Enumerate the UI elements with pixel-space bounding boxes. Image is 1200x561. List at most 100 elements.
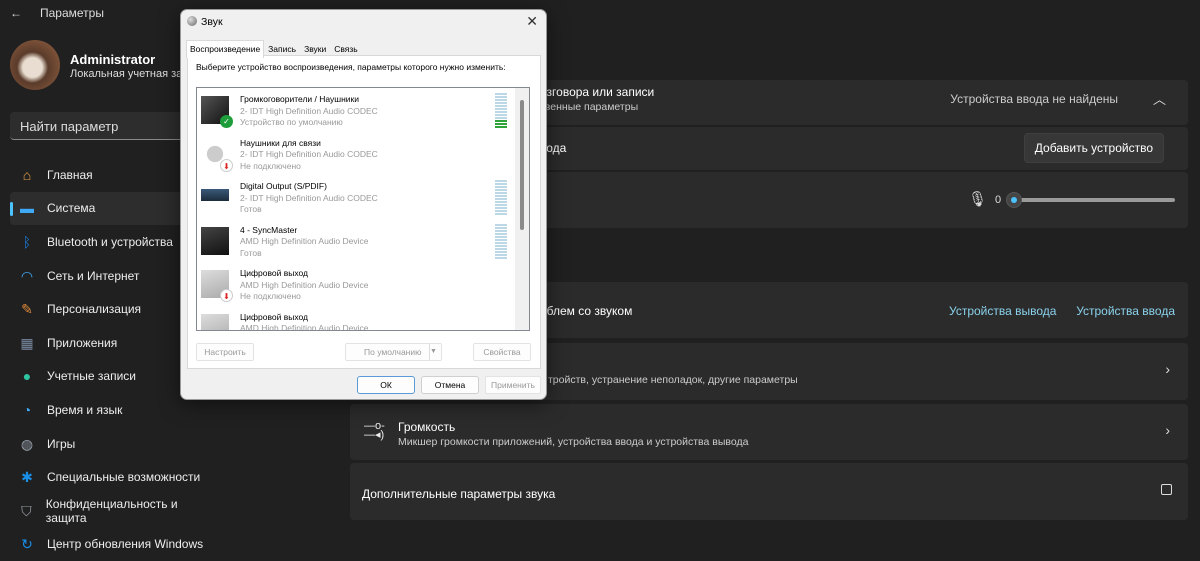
monitor-icon bbox=[201, 226, 229, 255]
set-default-button[interactable]: По умолчанию ▼ bbox=[345, 343, 442, 361]
input-status: Устройства ввода не найдены bbox=[950, 92, 1118, 106]
tab-0[interactable]: Воспроизведение bbox=[186, 40, 265, 58]
list-item[interactable]: ⬇ Цифровой выход AMD High Definition Audio… bbox=[197, 262, 529, 306]
sidebar-item-label: Система bbox=[47, 201, 96, 216]
headphones-icon: ⬇ bbox=[201, 139, 233, 172]
chevron-right-icon: › bbox=[1165, 422, 1170, 438]
volume-mixer-row[interactable]: —o- —◂) Громкость Микшер громкости прилож… bbox=[350, 404, 1188, 460]
sidebar-item-label: Приложения bbox=[47, 335, 118, 350]
sidebar-item[interactable]: ⛉ Конфиденциальность и защита bbox=[10, 494, 210, 528]
list-item[interactable]: ✓ Громкоговорители / Наушники 2- IDT High … bbox=[197, 88, 529, 132]
close-icon[interactable]: ✕ bbox=[526, 13, 538, 30]
scrollbar[interactable] bbox=[515, 88, 529, 330]
advanced-sound-title: Дополнительные параметры звука bbox=[362, 487, 556, 501]
speaker-icon: ✓ bbox=[201, 96, 233, 128]
clock-globe-icon: ◔ bbox=[22, 401, 32, 418]
sidebar-item-label: Конфиденциальность и защита bbox=[45, 496, 178, 525]
microphone-icon: 🎙 bbox=[968, 191, 988, 208]
all-devices-subtitle: тройств, устранение неполадок, другие па… bbox=[548, 374, 798, 386]
sidebar-item[interactable]: ↻ Центр обновления Windows bbox=[10, 528, 210, 561]
disconnected-badge-icon: ⬇ bbox=[220, 158, 233, 172]
level-fill bbox=[495, 120, 507, 129]
device-name: Цифровой выход bbox=[240, 311, 309, 322]
account-icon: ● bbox=[22, 368, 32, 385]
troubleshoot-label: облем со звуком bbox=[540, 304, 633, 318]
tab-1[interactable]: Запись bbox=[264, 40, 300, 58]
device-status: Готов bbox=[240, 204, 262, 214]
sidebar-item-label: Сеть и Интернет bbox=[47, 268, 140, 283]
device-driver: AMD High Definition Audio Device bbox=[240, 279, 369, 290]
device-driver: AMD High Definition Audio Device bbox=[240, 323, 369, 331]
input-header-subtitle: твенные параметры bbox=[540, 101, 639, 113]
list-item[interactable]: ⬇ Наушники для связи 2- IDT High Definitio… bbox=[197, 132, 529, 176]
sidebar-item[interactable]: ◔ Время и язык bbox=[10, 393, 210, 427]
list-item[interactable]: Digital Output (S/PDIF) 2- IDT High Defin… bbox=[197, 175, 529, 219]
dropdown-arrow-icon[interactable]: ▼ bbox=[429, 344, 441, 360]
level-meter bbox=[495, 223, 507, 260]
sidebar-item-label: Время и язык bbox=[47, 402, 123, 417]
playback-panel: Выберите устройство воспроизведения, пар… bbox=[187, 55, 541, 369]
disconnected-badge-icon: ⬇ bbox=[220, 289, 233, 302]
device-name: Громкоговорители / Наушники bbox=[240, 94, 360, 104]
list-item[interactable]: 4 - SyncMaster AMD High Definition Audio … bbox=[197, 219, 529, 263]
cancel-button[interactable]: Отмена bbox=[421, 376, 479, 394]
tab-2[interactable]: Звуки bbox=[300, 40, 330, 58]
set-default-label: По умолчанию bbox=[364, 347, 422, 357]
accessibility-icon: ✱ bbox=[21, 469, 33, 486]
properties-button[interactable]: Свойства bbox=[473, 343, 531, 361]
input-volume-slider[interactable] bbox=[1010, 198, 1175, 202]
update-icon: ↻ bbox=[21, 536, 33, 553]
device-driver: 2- IDT High Definition Audio CODEC bbox=[240, 149, 378, 159]
user-name: Administrator bbox=[70, 52, 156, 67]
brush-icon: ✎ bbox=[21, 301, 33, 318]
bluetooth-icon: ᛒ bbox=[22, 233, 32, 250]
monitor-icon: ⬇ bbox=[201, 270, 233, 302]
configure-button[interactable]: Настроить bbox=[196, 343, 254, 361]
device-name: Цифровой выход bbox=[240, 268, 309, 278]
digital-output-icon bbox=[201, 189, 229, 201]
device-status: Устройство по умолчанию bbox=[240, 117, 343, 127]
back-arrow-icon[interactable]: ← bbox=[10, 6, 22, 20]
level-meter bbox=[495, 180, 507, 216]
sidebar-item-label: Учетные записи bbox=[47, 369, 136, 384]
sidebar-item[interactable]: ◍ Игры bbox=[10, 427, 210, 461]
title-bar: ← Параметры bbox=[10, 6, 104, 20]
tab-3[interactable]: Связь bbox=[330, 40, 362, 58]
dialog-tabs: Воспроизведение Запись Звуки Связь bbox=[186, 40, 362, 58]
sound-dialog: Звук ✕ Выберите устройство воспроизведен… bbox=[180, 9, 547, 400]
check-badge-icon: ✓ bbox=[220, 115, 233, 128]
level-meter bbox=[495, 93, 507, 129]
add-device-button[interactable]: Добавить устройство bbox=[1023, 133, 1164, 163]
output-devices-link[interactable]: Устройства вывода bbox=[949, 304, 1056, 318]
slider-thumb[interactable] bbox=[1006, 192, 1022, 208]
volume-mixer-icon: —o- —◂) bbox=[364, 420, 385, 441]
volume-mixer-subtitle: Микшер громкости приложений, устройства … bbox=[398, 436, 749, 448]
avatar[interactable] bbox=[10, 40, 60, 90]
device-status: Не подключено bbox=[240, 291, 301, 301]
sidebar-item-label: Специальные возможности bbox=[47, 470, 201, 485]
device-driver: AMD High Definition Audio Device bbox=[240, 236, 369, 246]
speaker-icon bbox=[187, 16, 197, 26]
apply-button[interactable]: Применить bbox=[485, 376, 541, 394]
instruction-text: Выберите устройство воспроизведения, пар… bbox=[196, 62, 506, 72]
device-name: Digital Output (S/PDIF) bbox=[240, 181, 327, 191]
device-list[interactable]: ✓ Громкоговорители / Наушники 2- IDT High … bbox=[196, 87, 530, 331]
list-item[interactable]: Цифровой выход AMD High Definition Audio … bbox=[197, 306, 529, 331]
monitor-icon bbox=[201, 313, 229, 330]
device-name: 4 - SyncMaster bbox=[240, 224, 298, 235]
input-devices-link[interactable]: Устройства ввода bbox=[1076, 304, 1175, 318]
chevron-right-icon: › bbox=[1165, 361, 1170, 377]
chevron-up-icon[interactable]: ︿ bbox=[1153, 89, 1166, 108]
advanced-sound-row[interactable]: Дополнительные параметры звука bbox=[350, 463, 1188, 520]
gamepad-icon: ◍ bbox=[20, 435, 34, 452]
sidebar-item[interactable]: ✱ Специальные возможности bbox=[10, 460, 210, 494]
ok-button[interactable]: ОК bbox=[357, 376, 415, 394]
sidebar-item-label: Персонализация bbox=[47, 302, 142, 317]
app-title: Параметры bbox=[40, 6, 104, 20]
home-icon: ⌂ bbox=[22, 166, 32, 183]
device-status: Не подключено bbox=[240, 160, 301, 171]
volume-value: 0 bbox=[995, 194, 1002, 206]
account-type: Локальная учетная запись bbox=[70, 68, 180, 80]
device-status: Готов bbox=[240, 247, 262, 258]
device-driver: 2- IDT High Definition Audio CODEC bbox=[240, 192, 378, 203]
